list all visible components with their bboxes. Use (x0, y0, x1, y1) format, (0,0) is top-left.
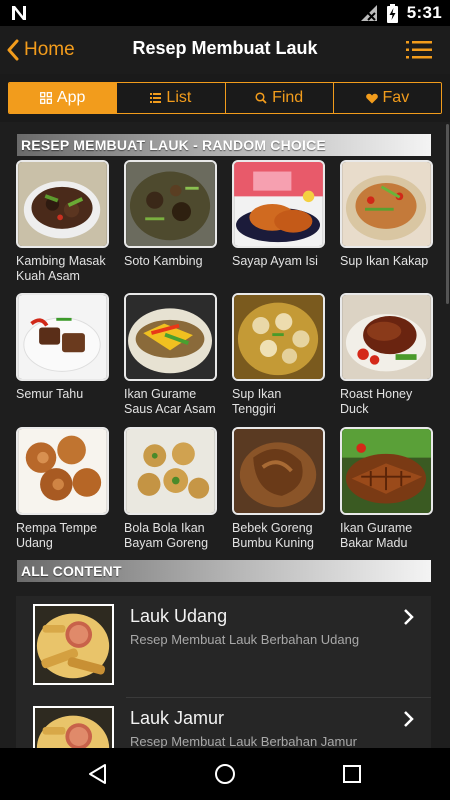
recipe-thumbnail (16, 293, 109, 381)
recipe-thumbnail (232, 160, 325, 248)
recipe-label: Soto Kambing (124, 254, 203, 268)
recipe-card[interactable]: Bebek Goreng Bumbu Kuning (232, 427, 325, 551)
n-logo-icon (12, 6, 26, 20)
recipe-card[interactable]: Sayap Ayam Isi (232, 160, 325, 269)
chevron-right-icon (404, 711, 414, 727)
list-item-title: Lauk Udang (130, 606, 228, 626)
list-item-title: Lauk Jamur (130, 708, 225, 728)
list-thumbnail (33, 604, 114, 685)
recipe-thumbnail (16, 160, 109, 248)
list-item[interactable]: Lauk Jamur Resep Membuat Lauk Berbahan J… (16, 698, 431, 748)
grid-icon (39, 92, 52, 104)
recipe-card[interactable]: Semur Tahu (16, 293, 109, 402)
recipe-label: Sup Ikan Tenggiri (232, 387, 282, 416)
chevron-left-icon (7, 39, 19, 61)
recipe-thumbnail (16, 427, 109, 515)
recents-square-icon[interactable] (340, 762, 364, 786)
recipe-label: Ikan Gurame Saus Acar Asam (124, 387, 216, 416)
tab-fav-label: Fav (382, 89, 410, 106)
tab-app[interactable]: App (9, 83, 118, 113)
tab-find-label: Find (272, 89, 304, 106)
recipe-thumbnail (124, 293, 217, 381)
recipe-label: Kambing Masak Kuah Asam (16, 254, 106, 283)
search-icon (255, 92, 267, 104)
scrollbar[interactable] (446, 124, 449, 304)
recipe-card[interactable]: Sup Ikan Kakap (340, 160, 433, 269)
recipe-label: Bebek Goreng Bumbu Kuning (232, 521, 315, 550)
tab-list-label: List (166, 89, 192, 106)
list-icon (150, 93, 162, 103)
status-bar: 5:31 (0, 0, 450, 26)
app-bar: Home Resep Membuat Lauk (0, 26, 450, 74)
recipe-thumbnail (232, 427, 325, 515)
recipe-thumbnail (340, 160, 433, 248)
list-item-subtitle: Resep Membuat Lauk Berbahan Jamur (130, 734, 357, 748)
tab-bar: App List Find Fav (8, 82, 442, 114)
status-time: 5:31 (406, 3, 442, 22)
content-scroll-area[interactable]: RESEP MEMBUAT LAUK - RANDOM CHOICE Kambi… (0, 122, 450, 748)
recipe-label: Sup Ikan Kakap (340, 254, 429, 268)
recipe-card[interactable]: Soto Kambing (124, 160, 217, 269)
recipe-label: Ikan Gurame Bakar Madu (340, 521, 413, 550)
random-section-header: RESEP MEMBUAT LAUK - RANDOM CHOICE (17, 134, 431, 156)
system-nav-bar (0, 748, 450, 800)
list-item-subtitle: Resep Membuat Lauk Berbahan Udang (130, 632, 360, 647)
recipe-label: Roast Honey Duck (340, 387, 413, 416)
hamburger-menu-icon[interactable] (406, 40, 432, 60)
tab-list[interactable]: List (117, 83, 226, 113)
all-content-header: ALL CONTENT (17, 560, 431, 582)
recipe-card[interactable]: Kambing Masak Kuah Asam (16, 160, 109, 284)
list-thumbnail (33, 706, 114, 748)
recipe-thumbnail (232, 293, 325, 381)
recipe-card[interactable]: Sup Ikan Tenggiri (232, 293, 325, 417)
recipe-thumbnail (124, 427, 217, 515)
tab-app-label: App (56, 89, 86, 106)
back-triangle-icon[interactable] (86, 762, 110, 786)
recipe-card[interactable]: Ikan Gurame Bakar Madu (340, 427, 433, 551)
recipe-label: Sayap Ayam Isi (232, 254, 318, 268)
recipe-thumbnail (340, 427, 433, 515)
recipe-thumbnail (340, 293, 433, 381)
chevron-right-icon (404, 609, 414, 625)
no-signal-icon (360, 5, 377, 21)
heart-icon (365, 93, 378, 103)
list-item[interactable]: Lauk Udang Resep Membuat Lauk Berbahan U… (16, 596, 431, 698)
recipe-label: Semur Tahu (16, 387, 84, 401)
recipe-card[interactable]: Rempa Tempe Udang (16, 427, 109, 551)
recipe-label: Rempa Tempe Udang (16, 521, 98, 550)
recipe-card[interactable]: Ikan Gurame Saus Acar Asam (124, 293, 217, 417)
recipe-card[interactable]: Roast Honey Duck (340, 293, 433, 417)
battery-charging-icon (386, 3, 398, 23)
tab-fav[interactable]: Fav (333, 83, 441, 113)
home-back-label: Home (24, 39, 75, 60)
tab-find[interactable]: Find (225, 83, 334, 113)
recipe-card[interactable]: Bola Bola Ikan Bayam Goreng (124, 427, 217, 551)
recipe-thumbnail (124, 160, 217, 248)
recipe-label: Bola Bola Ikan Bayam Goreng (124, 521, 209, 550)
home-circle-icon[interactable] (213, 762, 237, 786)
home-back-button[interactable]: Home (6, 34, 75, 66)
